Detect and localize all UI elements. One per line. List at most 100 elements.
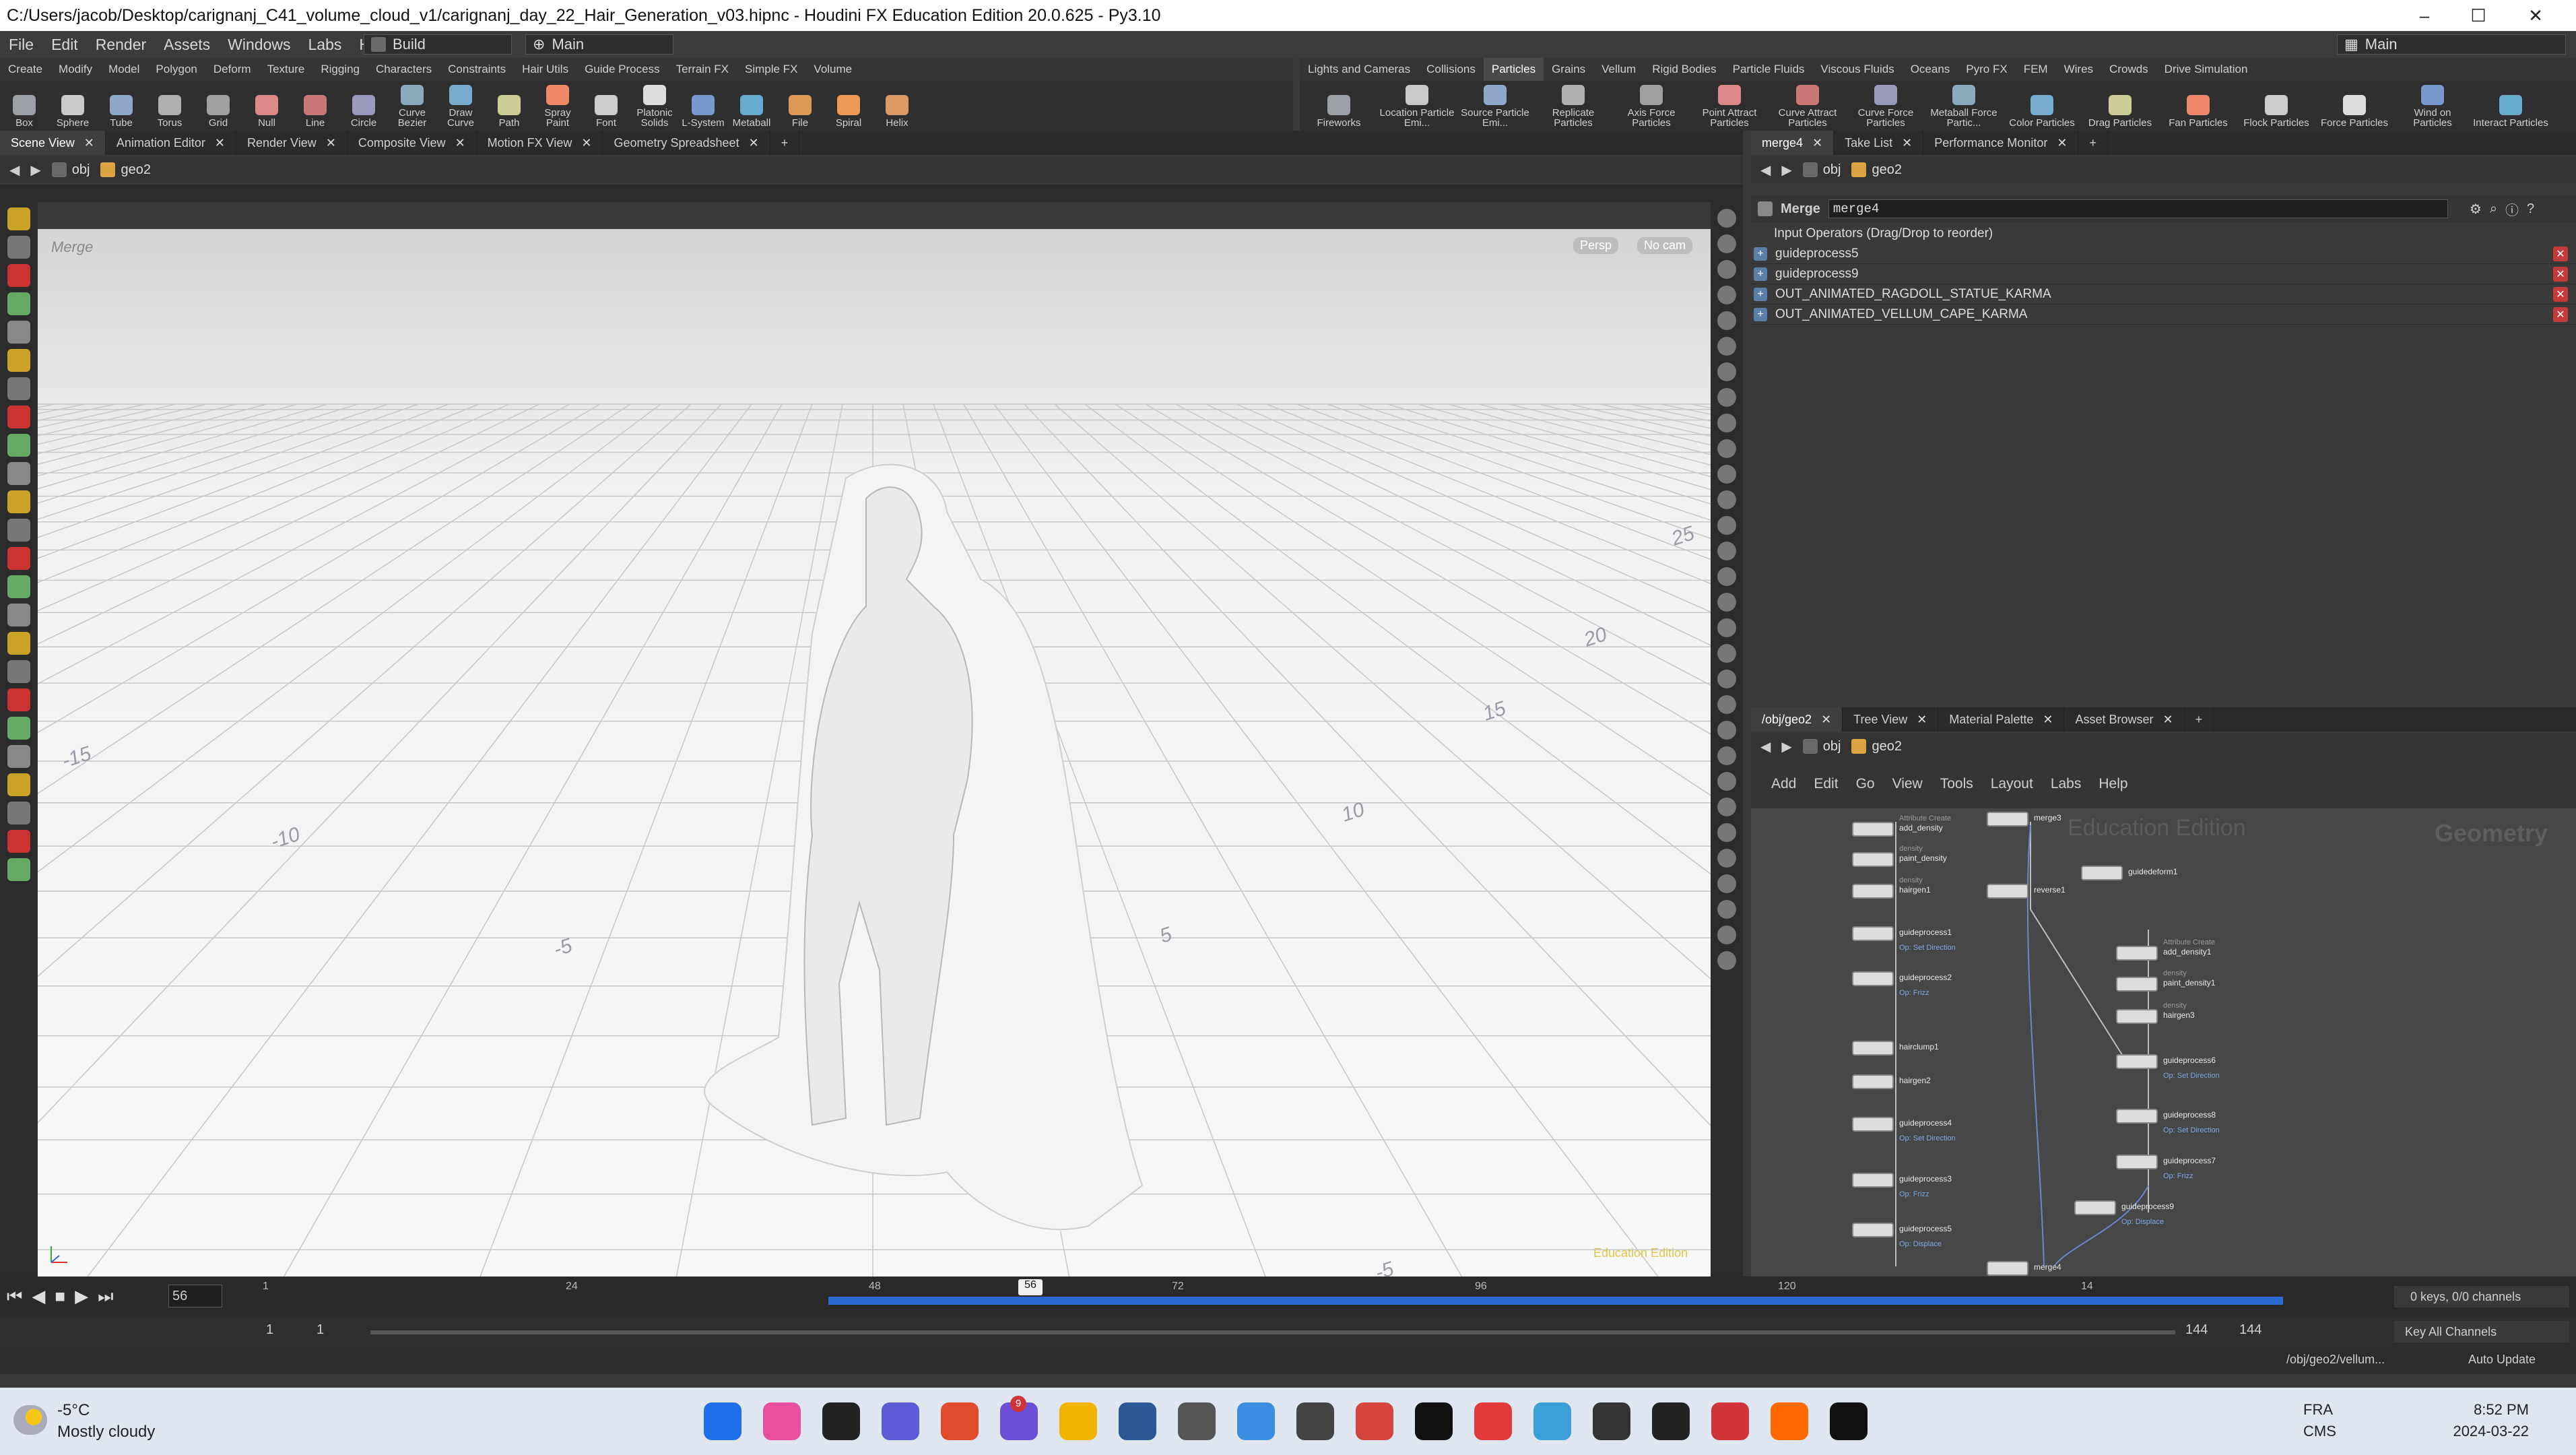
shelf-tool[interactable]: Curve Bezier	[388, 81, 436, 131]
forward-arrow-icon[interactable]: ▶	[1781, 162, 1791, 179]
viewport-tool-icon[interactable]	[7, 406, 30, 428]
timeline-track[interactable]: 1 24 48 72 96 120 14 56	[263, 1279, 2283, 1313]
language[interactable]: FRA	[2303, 1401, 2333, 1419]
pane-tab[interactable]: Composite View ✕	[348, 131, 477, 155]
display-option-icon[interactable]	[1717, 388, 1736, 407]
display-option-icon[interactable]	[1717, 721, 1736, 740]
shelf-tool[interactable]: Color Particles	[2003, 81, 2081, 131]
shelf-tab[interactable]: Particles	[1483, 58, 1544, 81]
taskbar-app-icon[interactable]	[704, 1402, 741, 1440]
maximize-button[interactable]: ☐	[2451, 0, 2505, 31]
frame-cursor[interactable]: 56	[1018, 1279, 1043, 1295]
display-option-icon[interactable]	[1717, 746, 1736, 765]
auto-update-button[interactable]: Auto Update	[2468, 1353, 2536, 1367]
taskbar-app-icon[interactable]	[882, 1402, 919, 1440]
network-node[interactable]	[2116, 1009, 2158, 1024]
help-icon[interactable]: ?	[2527, 201, 2534, 217]
shelf-tool[interactable]: Metaball Force Partic...	[1925, 81, 2003, 131]
viewport-tool-icon[interactable]	[7, 745, 30, 768]
network-node[interactable]	[2116, 946, 2158, 961]
remove-input-icon[interactable]: ✕	[2553, 286, 2568, 302]
shelf-tool[interactable]: Sphere	[48, 81, 97, 131]
display-option-icon[interactable]	[1717, 618, 1736, 637]
node-name-field[interactable]: merge4	[1828, 199, 2448, 218]
taskbar-app-icon[interactable]	[1356, 1402, 1393, 1440]
close-icon[interactable]: ✕	[84, 136, 94, 150]
shelf-tab[interactable]: Crowds	[2101, 58, 2156, 81]
viewport-tool-icon[interactable]	[7, 660, 30, 683]
display-option-icon[interactable]	[1717, 926, 1736, 944]
shelf-tool[interactable]: Tube	[97, 81, 145, 131]
display-option-icon[interactable]	[1717, 362, 1736, 381]
input-operator-row[interactable]: + OUT_ANIMATED_RAGDOLL_STATUE_KARMA ✕	[1751, 284, 2576, 304]
taskbar-app-icon[interactable]	[763, 1402, 801, 1440]
network-menu-item[interactable]: Add	[1771, 776, 1796, 792]
crumb-geo[interactable]: geo2	[1851, 739, 1902, 754]
network-menu-item[interactable]: Go	[1856, 776, 1875, 792]
close-button[interactable]: ✕	[2509, 0, 2563, 31]
gear-icon[interactable]: ⚙	[2470, 201, 2482, 218]
shelf-tool[interactable]: Point Attract Particles	[1690, 81, 1769, 131]
network-node[interactable]	[1987, 1261, 2028, 1276]
display-option-icon[interactable]	[1717, 286, 1736, 304]
display-option-icon[interactable]	[1717, 439, 1736, 458]
shelf-tab[interactable]: Wires	[2056, 58, 2101, 81]
taskbar-app-icon[interactable]	[822, 1402, 860, 1440]
display-option-icon[interactable]	[1717, 465, 1736, 484]
network-node[interactable]	[1987, 884, 2028, 899]
display-option-icon[interactable]	[1717, 695, 1736, 714]
close-icon[interactable]: ✕	[2057, 136, 2067, 150]
shelf-tool[interactable]: Flock Particles	[2237, 81, 2315, 131]
network-node[interactable]	[2074, 1200, 2116, 1215]
info-icon[interactable]: ⓘ	[2505, 199, 2519, 219]
shelf-tool[interactable]: Null	[242, 81, 291, 131]
taskbar-app-icon[interactable]	[1830, 1402, 1868, 1440]
shelf-tool[interactable]: Axis Force Particles	[1612, 81, 1690, 131]
add-input-icon[interactable]: +	[1754, 287, 1767, 301]
persp-menu[interactable]: Persp	[1573, 237, 1619, 254]
skip-end-icon[interactable]: ⏭	[98, 1286, 113, 1307]
display-option-icon[interactable]	[1717, 414, 1736, 432]
shelf-tab[interactable]: Guide Process	[576, 58, 668, 81]
taskbar-app-icon[interactable]	[1652, 1402, 1690, 1440]
shelf-tool[interactable]: Box	[0, 81, 48, 131]
taskbar-app-icon[interactable]	[1296, 1402, 1334, 1440]
viewport-tool-icon[interactable]	[7, 773, 30, 796]
close-icon[interactable]: ✕	[215, 136, 225, 150]
range-slider[interactable]	[370, 1330, 2175, 1334]
taskbar-app-icon[interactable]	[1593, 1402, 1630, 1440]
forward-arrow-icon[interactable]: ▶	[30, 162, 40, 179]
network-node[interactable]	[2116, 1109, 2158, 1124]
close-icon[interactable]: ✕	[1902, 136, 1912, 150]
network-menu-item[interactable]: Help	[2099, 776, 2127, 792]
add-tab-icon[interactable]: +	[770, 131, 800, 155]
viewport-tool-icon[interactable]	[7, 717, 30, 740]
shelf-tab[interactable]: Rigging	[312, 58, 368, 81]
shelf-tool[interactable]: Path	[485, 81, 533, 131]
display-option-icon[interactable]	[1717, 234, 1736, 253]
pane-tab[interactable]: Performance Monitor ✕	[1923, 131, 2079, 155]
scene-viewport[interactable]: -15-10-50510152025-5 Merge Persp No cam …	[38, 229, 1711, 1276]
viewport-tool-icon[interactable]	[7, 349, 30, 372]
range-end-2[interactable]: 144	[2239, 1322, 2261, 1338]
forward-arrow-icon[interactable]: ▶	[1781, 738, 1791, 755]
stop-icon[interactable]: ■	[55, 1286, 65, 1307]
network-node[interactable]	[1852, 926, 1894, 941]
shelf-tab[interactable]: Oceans	[1903, 58, 1958, 81]
taskbar-app-icon[interactable]	[941, 1402, 979, 1440]
shelf-tab[interactable]: Simple FX	[737, 58, 805, 81]
shelf-tab[interactable]: Grains	[1544, 58, 1593, 81]
back-arrow-icon[interactable]: ◀	[1760, 162, 1771, 179]
pane-tab[interactable]: Material Palette ✕	[1938, 707, 2065, 732]
pane-tab[interactable]: Motion FX View ✕	[477, 131, 603, 155]
add-tab-icon[interactable]: +	[2185, 707, 2214, 732]
network-node[interactable]	[1852, 884, 1894, 899]
shelf-tab[interactable]: FEM	[2016, 58, 2056, 81]
viewport-tool-icon[interactable]	[7, 858, 30, 881]
network-menu-item[interactable]: Labs	[2051, 776, 2082, 792]
add-input-icon[interactable]: +	[1754, 247, 1767, 261]
display-option-icon[interactable]	[1717, 209, 1736, 228]
viewport-tool-icon[interactable]	[7, 802, 30, 825]
pane-tab[interactable]: Render View ✕	[236, 131, 348, 155]
shelf-tab[interactable]: Texture	[259, 58, 313, 81]
